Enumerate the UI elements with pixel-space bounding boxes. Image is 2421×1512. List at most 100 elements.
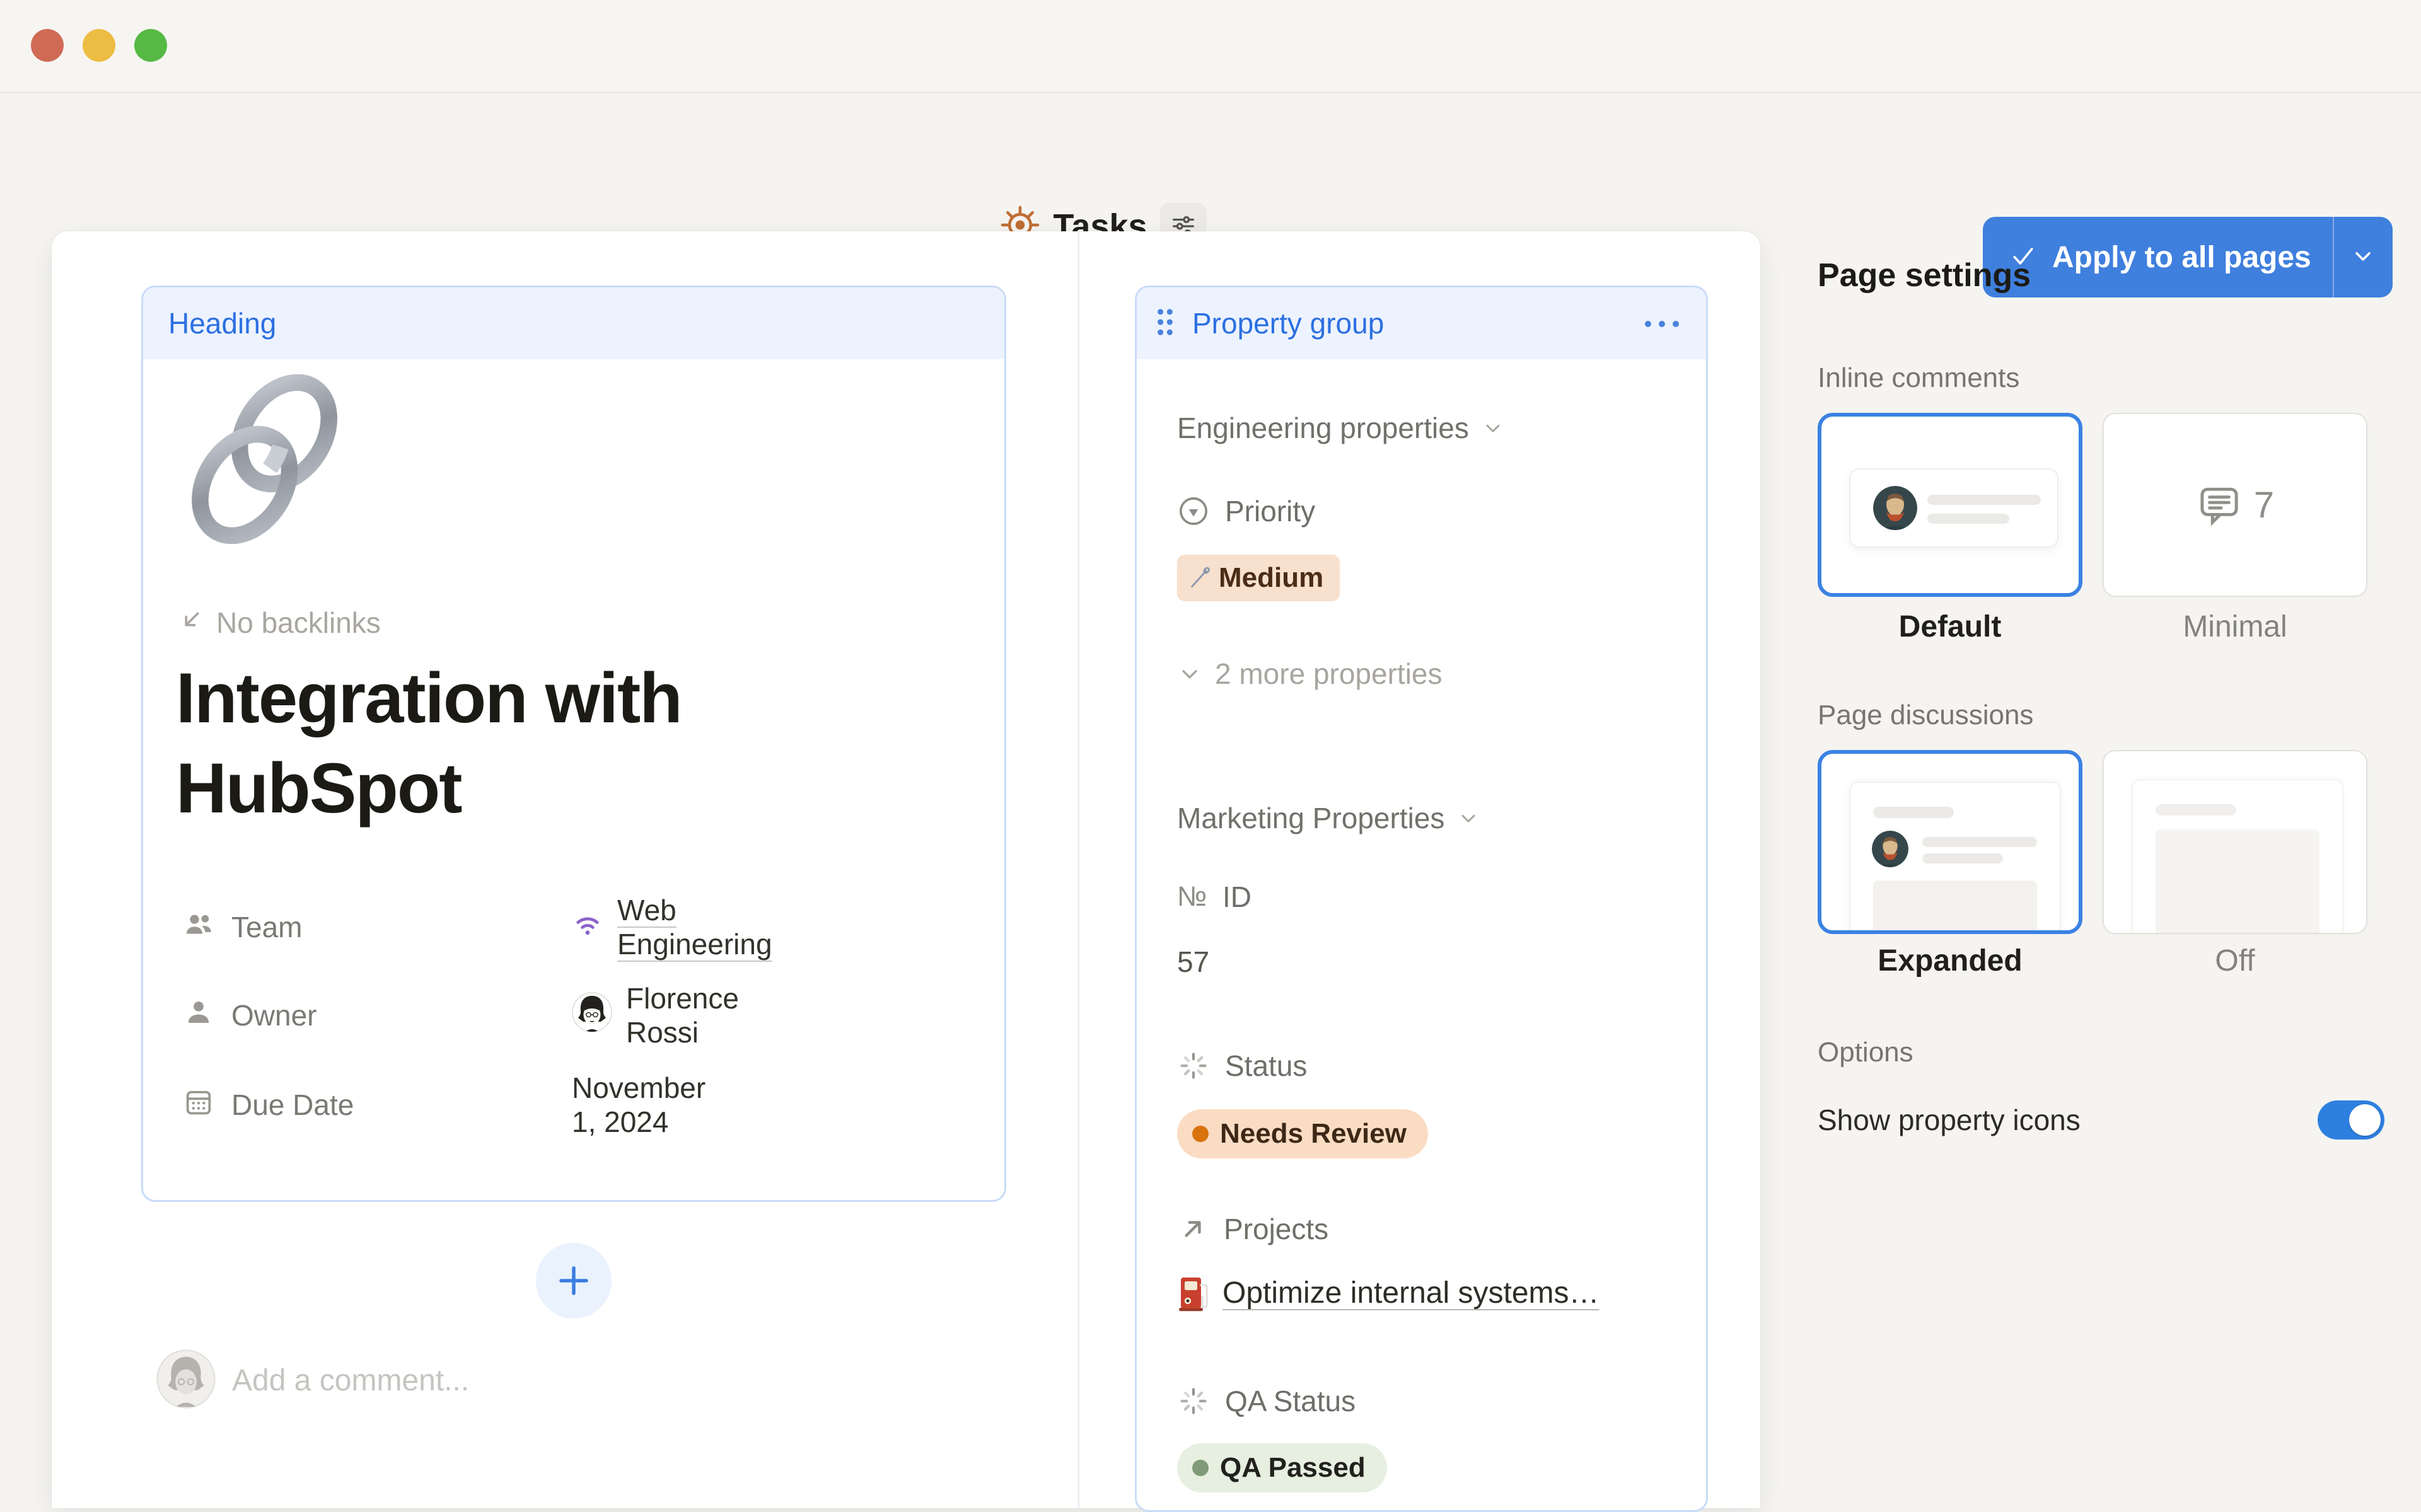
status-value-pill[interactable]: Needs Review: [1177, 1109, 1428, 1158]
needle-icon: [1187, 565, 1212, 591]
id-number: 57: [1177, 945, 1209, 979]
people-icon: [182, 908, 215, 947]
backlinks-row[interactable]: No backlinks: [178, 606, 381, 640]
property-projects[interactable]: Projects: [1177, 1209, 1328, 1249]
status-label: Status: [1225, 1049, 1307, 1083]
mini-avatar: [1872, 831, 1908, 867]
person-icon: [182, 996, 215, 1036]
property-row-team[interactable]: Team Web Engineering: [182, 899, 535, 955]
show-property-icons-row: Show property icons: [1818, 1094, 2385, 1146]
panel-title: Page settings: [1818, 257, 2031, 294]
status-dot-icon: [1192, 1126, 1209, 1142]
qa-status-spinner-icon: [1177, 1385, 1210, 1417]
layout-preview-modal: Heading No backlinks Integration with Hu…: [52, 231, 1760, 1508]
backlinks-label: No backlinks: [216, 606, 381, 640]
due-date-label: Due Date: [231, 1088, 354, 1122]
priority-value: Medium: [1219, 562, 1323, 594]
add-comment-row[interactable]: Add a comment...: [156, 1351, 469, 1410]
pane-divider: [1078, 231, 1079, 1508]
team-signal-icon: [572, 908, 603, 947]
id-value[interactable]: 57: [1177, 942, 1209, 982]
priority-value-tag[interactable]: Medium: [1177, 555, 1340, 601]
property-status[interactable]: Status: [1177, 1046, 1307, 1086]
inline-comments-option-minimal[interactable]: 7: [2103, 413, 2367, 597]
document-title: Integration with HubSpot: [176, 653, 958, 834]
property-group-header: Property group: [1137, 287, 1706, 359]
chevron-down-icon: [1457, 807, 1480, 829]
window-titlebar: [0, 0, 2421, 93]
property-row-due-date[interactable]: Due Date November 1, 2024: [182, 1076, 535, 1133]
section-marketing-properties[interactable]: Marketing Properties: [1177, 798, 1480, 838]
owner-label: Owner: [231, 998, 316, 1032]
qa-status-value-pill[interactable]: QA Passed: [1177, 1443, 1387, 1492]
property-row-owner[interactable]: Owner: [182, 987, 535, 1044]
owner-value: Florence Rossi: [626, 981, 739, 1049]
inline-comments-label: Inline comments: [1818, 362, 2019, 394]
more-options-icon[interactable]: [1642, 319, 1682, 332]
team-label: Team: [231, 910, 302, 944]
section-title: Marketing Properties: [1177, 801, 1444, 835]
mini-page-preview: [1849, 782, 2061, 934]
option-label-expanded: Expanded: [1818, 944, 2082, 978]
chevron-down-icon: [1177, 661, 1202, 686]
comment-count-badge: 7: [2254, 484, 2274, 526]
status-spinner-icon: [1177, 1049, 1210, 1082]
page-discussions-label: Page discussions: [1818, 700, 2033, 731]
team-value-link[interactable]: Web Engineering: [617, 893, 772, 961]
property-group-card[interactable]: Property group Engineering properties Pr…: [1135, 286, 1708, 1512]
owner-avatar: [572, 992, 612, 1039]
more-properties-toggle[interactable]: 2 more properties: [1177, 654, 1443, 694]
mini-comment-preview: [1849, 468, 2058, 548]
options-label: Options: [1818, 1037, 1913, 1068]
mini-page-preview-off: [2132, 779, 2343, 934]
qa-dot-icon: [1192, 1460, 1209, 1476]
chevron-down-icon: [1482, 417, 1504, 439]
page-discussions-option-expanded[interactable]: [1818, 750, 2082, 934]
close-window-button[interactable]: [31, 29, 64, 62]
section-title: Engineering properties: [1177, 411, 1469, 445]
priority-label: Priority: [1225, 494, 1315, 528]
mini-avatar: [1873, 486, 1917, 530]
comment-bubble-icon: [2196, 482, 2243, 528]
page-discussions-option-off[interactable]: [2103, 750, 2367, 934]
property-id[interactable]: № ID: [1177, 877, 1251, 917]
status-value: Needs Review: [1220, 1118, 1407, 1150]
fuel-pump-icon: [1177, 1274, 1210, 1312]
property-priority[interactable]: Priority: [1177, 491, 1315, 531]
commenter-avatar: [156, 1349, 216, 1412]
toggle-knob: [2349, 1104, 2381, 1136]
qa-status-label: QA Status: [1225, 1384, 1356, 1418]
numero-icon: №: [1177, 881, 1207, 913]
due-date-value: November 1, 2024: [572, 1071, 705, 1139]
arrow-down-left-icon: [178, 606, 205, 640]
minimize-window-button[interactable]: [83, 29, 115, 62]
page-settings-panel: Page settings Inline comments: [1818, 231, 2404, 1508]
drag-handle-icon[interactable]: [1154, 306, 1176, 341]
heading-block-header: Heading: [143, 287, 1004, 359]
header-bar: Cancel Tasks Preview: Int: [0, 93, 2421, 231]
heading-block-label: Heading: [168, 306, 276, 340]
calendar-icon: [182, 1085, 215, 1125]
comment-input-placeholder[interactable]: Add a comment...: [232, 1363, 469, 1398]
id-label: ID: [1222, 880, 1251, 914]
chain-links-emoji-icon: [175, 369, 357, 549]
arrow-up-right-icon: [1177, 1213, 1209, 1245]
section-engineering-properties[interactable]: Engineering properties: [1177, 408, 1504, 448]
heading-block-card[interactable]: Heading No backlinks Integration with Hu…: [141, 286, 1006, 1202]
qa-status-value: QA Passed: [1220, 1452, 1366, 1484]
zoom-window-button[interactable]: [134, 29, 167, 62]
property-qa-status[interactable]: QA Status: [1177, 1381, 1356, 1421]
projects-value-link[interactable]: Optimize internal systems…: [1177, 1270, 1599, 1315]
show-property-icons-toggle[interactable]: [2318, 1100, 2384, 1140]
property-group-label: Property group: [1192, 306, 1384, 340]
more-properties-label: 2 more properties: [1215, 657, 1443, 691]
option-label-default: Default: [1818, 609, 2082, 644]
projects-value: Optimize internal systems…: [1222, 1276, 1599, 1310]
inline-comments-option-default[interactable]: [1818, 413, 2082, 597]
option-label-off: Off: [2103, 944, 2367, 978]
add-block-button[interactable]: [536, 1243, 612, 1319]
projects-label: Projects: [1224, 1212, 1328, 1246]
show-property-icons-label: Show property icons: [1818, 1103, 2081, 1137]
option-label-minimal: Minimal: [2103, 609, 2367, 644]
priority-icon: [1177, 495, 1210, 528]
